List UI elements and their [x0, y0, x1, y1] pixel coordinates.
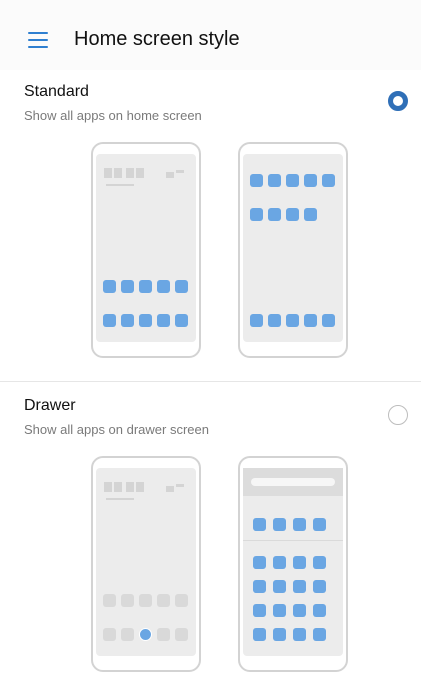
menu-icon[interactable] [28, 32, 48, 48]
radio-standard[interactable] [388, 91, 408, 111]
option-title: Standard [24, 83, 89, 100]
drawer-home-preview [91, 456, 201, 672]
app-bar: Home screen style [0, 0, 421, 70]
search-bar-preview [251, 478, 335, 486]
option-subtitle: Show all apps on home screen [24, 108, 202, 123]
drawer-button-icon [139, 628, 152, 641]
radio-drawer[interactable] [388, 405, 408, 425]
option-subtitle: Show all apps on drawer screen [24, 422, 209, 437]
drawer-apps-preview [238, 456, 348, 672]
option-title: Drawer [24, 397, 76, 414]
standard-apps-preview [238, 142, 348, 358]
page-title: Home screen style [74, 28, 240, 50]
divider [0, 381, 421, 382]
standard-home-preview [91, 142, 201, 358]
